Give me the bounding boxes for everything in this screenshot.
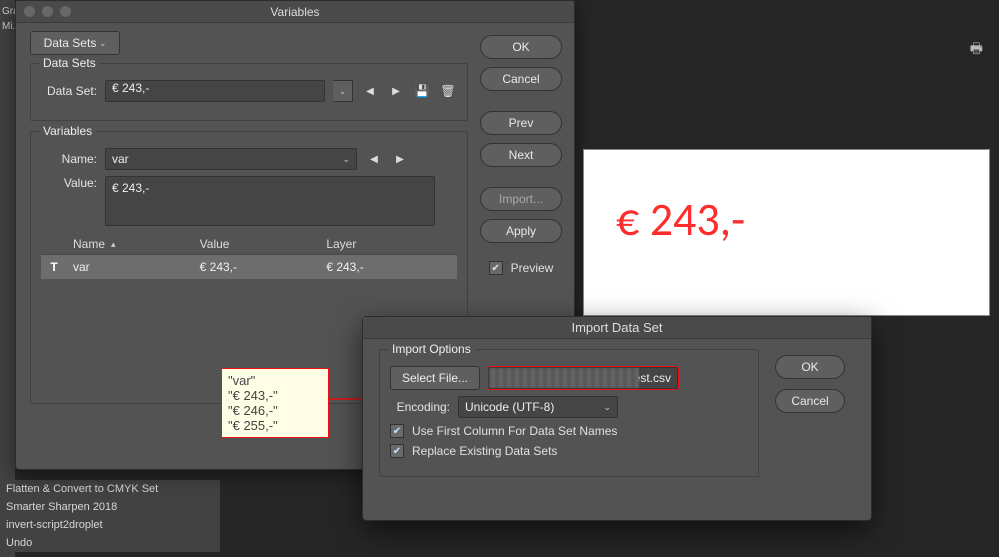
data-set-label: Data Set:: [41, 84, 97, 98]
col-name[interactable]: Name: [73, 237, 105, 251]
tab-selector-label: Data Sets: [44, 36, 97, 50]
cancel-button[interactable]: Cancel: [775, 389, 845, 413]
action-item[interactable]: Flatten & Convert to CMYK Set: [0, 480, 220, 498]
strip-truncated-1: Gradient M...: [0, 4, 15, 19]
var-value-textarea[interactable]: € 243,-: [105, 176, 435, 226]
prev-button[interactable]: Prev: [480, 111, 562, 135]
zoom-icon[interactable]: [60, 6, 71, 17]
preview-label: Preview: [511, 261, 554, 275]
next-var-icon[interactable]: ▶: [391, 150, 409, 168]
encoding-select[interactable]: Unicode (UTF-8) ⌄: [458, 396, 618, 418]
chevron-down-icon: ⌄: [603, 402, 611, 413]
col-value[interactable]: Value: [200, 237, 327, 251]
group-legend: Import Options: [388, 342, 475, 356]
var-name-label: Name:: [41, 152, 97, 166]
replace-existing-checkbox[interactable]: ✔: [390, 444, 404, 458]
minimize-icon[interactable]: [42, 6, 53, 17]
next-button[interactable]: Next: [480, 143, 562, 167]
cancel-button[interactable]: Cancel: [480, 67, 562, 91]
close-icon[interactable]: [24, 6, 35, 17]
row-value: € 243,-: [200, 260, 327, 274]
strip-truncated-2: Mi...: [0, 19, 15, 34]
encoding-label: Encoding:: [390, 400, 450, 414]
encoding-value: Unicode (UTF-8): [465, 400, 554, 414]
var-grid-row[interactable]: T var € 243,- € 243,-: [41, 254, 457, 279]
dialog-title: Variables: [270, 5, 319, 19]
dialog-titlebar: Import Data Set: [363, 317, 871, 339]
document-canvas: € 243,-: [584, 150, 989, 315]
csv-preview-tooltip: "var" "€ 243,-" "€ 246,-" "€ 255,-": [221, 368, 329, 438]
action-item[interactable]: Smarter Sharpen 2018: [0, 498, 220, 516]
window-traffic-lights[interactable]: [24, 6, 71, 17]
col-layer[interactable]: Layer: [326, 237, 453, 251]
delete-dataset-icon[interactable]: 🗑: [439, 82, 457, 100]
action-item[interactable]: invert-script2droplet: [0, 516, 220, 534]
blurred-path: [489, 368, 639, 388]
import-data-set-dialog: Import Data Set Import Options Select Fi…: [362, 316, 872, 521]
row-name: var: [73, 260, 200, 274]
use-first-column-checkbox[interactable]: ✔: [390, 424, 404, 438]
actions-list: Flatten & Convert to CMYK Set Smarter Sh…: [0, 480, 220, 552]
chevron-down-icon: ⌄: [96, 38, 106, 49]
data-sets-group: Data Sets Data Set: € 243,- ⌄ ◀ ▶ 💾 🗑: [30, 63, 468, 121]
replace-existing-label: Replace Existing Data Sets: [412, 444, 557, 458]
panel-print-icon[interactable]: 🖶: [970, 38, 983, 62]
text-layer-icon: T: [45, 258, 63, 276]
prev-dataset-icon[interactable]: ◀: [361, 82, 379, 100]
chevron-down-icon: ⌄: [339, 86, 347, 97]
actions-panel-strip: Gradient M... Mi...: [0, 0, 15, 557]
var-name-value: var: [112, 152, 129, 166]
rendered-text-layer: € 243,-: [616, 192, 745, 248]
prev-var-icon[interactable]: ◀: [365, 150, 383, 168]
ok-button[interactable]: OK: [480, 35, 562, 59]
sort-asc-icon: ▴: [111, 239, 116, 250]
selected-file-field[interactable]: test.csv: [488, 367, 678, 389]
data-set-dropdown-toggle[interactable]: ⌄: [333, 80, 353, 102]
dialog-title: Import Data Set: [571, 320, 662, 335]
import-options-group: Import Options Select File... test.csv E…: [379, 349, 759, 477]
data-set-input[interactable]: € 243,-: [105, 80, 325, 102]
dialog-titlebar: Variables: [16, 1, 574, 23]
tab-selector[interactable]: Data Sets ⌄: [30, 31, 120, 55]
save-dataset-icon[interactable]: 💾: [413, 82, 431, 100]
use-first-column-label: Use First Column For Data Set Names: [412, 424, 617, 438]
apply-button[interactable]: Apply: [480, 219, 562, 243]
chevron-down-icon: ⌄: [342, 154, 350, 165]
group-legend: Data Sets: [39, 56, 100, 70]
var-value-label: Value:: [41, 176, 97, 190]
var-grid-header: Name ▴ Value Layer: [41, 234, 457, 254]
row-layer: € 243,-: [326, 260, 453, 274]
var-name-select[interactable]: var ⌄: [105, 148, 357, 170]
csv-line: "€ 246,-": [228, 403, 322, 418]
preview-checkbox[interactable]: ✔: [489, 261, 503, 275]
next-dataset-icon[interactable]: ▶: [387, 82, 405, 100]
group-legend: Variables: [39, 124, 96, 138]
csv-line: "€ 255,-": [228, 418, 322, 433]
select-file-button[interactable]: Select File...: [390, 366, 480, 390]
ok-button[interactable]: OK: [775, 355, 845, 379]
csv-line: "var": [228, 373, 322, 388]
csv-line: "€ 243,-": [228, 388, 322, 403]
import-button[interactable]: Import...: [480, 187, 562, 211]
action-item[interactable]: Undo: [0, 534, 220, 552]
